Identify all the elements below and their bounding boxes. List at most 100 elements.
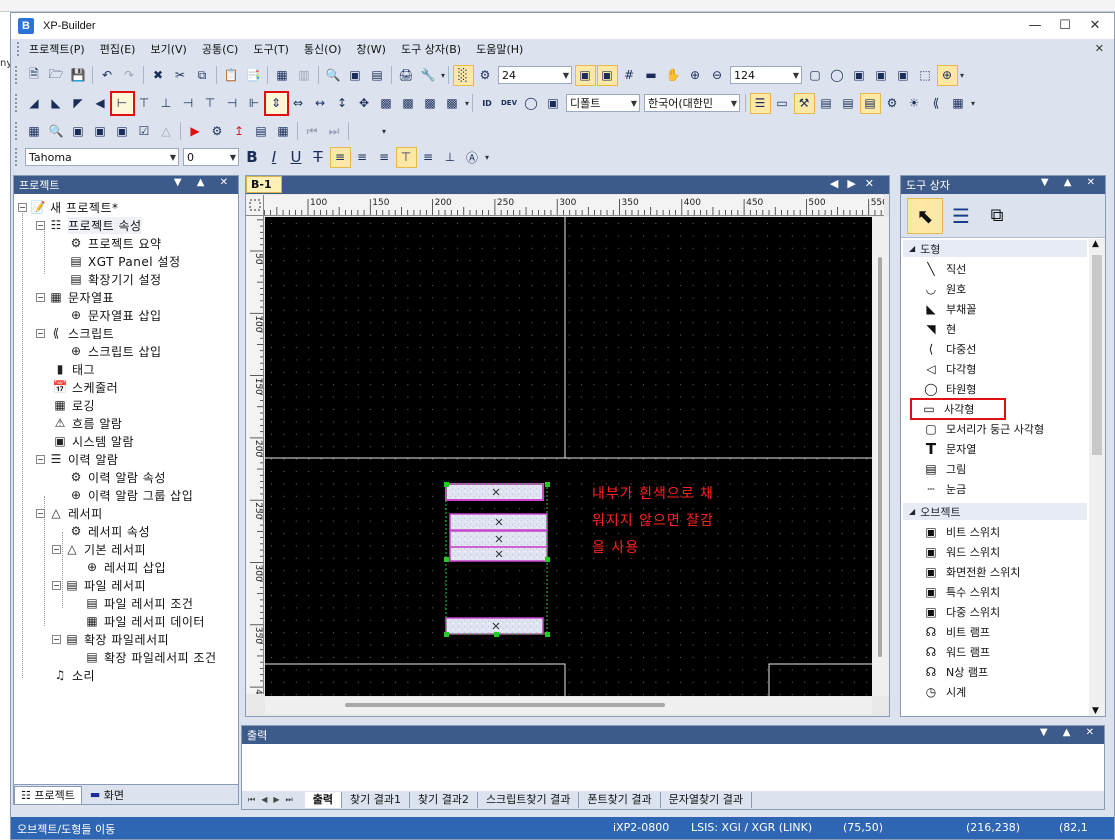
object-list-icon[interactable]: ▤ — [367, 65, 388, 86]
tree-item-history-alarm-group-insert[interactable]: ⊕ 이력 알람 그룹 삽입 — [18, 486, 246, 504]
toolbox-item-bit-lamp[interactable]: ☊ 비트 램프 — [901, 622, 1105, 642]
tree-item-script[interactable]: − ⟪ 스크립트 — [18, 324, 246, 342]
panel-controls[interactable]: ▼ ▲ ✕ — [1041, 177, 1101, 188]
tab-font-find-result[interactable]: 폰트찾기 결과 — [579, 792, 661, 808]
bold-icon[interactable]: B — [242, 147, 263, 168]
toolbar-overflow-icon[interactable]: ▾ — [971, 99, 975, 108]
monitor-icon[interactable]: ▣ — [68, 121, 89, 142]
tree-item-extension-settings[interactable]: ▤ 확장기기 설정 — [18, 270, 246, 288]
project-icon[interactable]: ▣ — [90, 121, 111, 142]
communication-settings-icon[interactable]: ⚙ — [207, 121, 228, 142]
toolbar-overflow-icon[interactable]: ▾ — [465, 99, 469, 108]
output-icon[interactable]: ▤ — [859, 92, 881, 114]
zoom-100-icon[interactable]: ◯ — [827, 65, 848, 86]
target-icon[interactable]: ⊕ — [936, 64, 958, 86]
comment-icon[interactable]: ▣ — [543, 93, 564, 114]
zoom-in-icon[interactable]: ⊕ — [685, 65, 706, 86]
collapse-icon[interactable]: − — [36, 328, 45, 338]
align-text-bottom-icon[interactable]: ⊥ — [440, 147, 461, 168]
tab-string-find-result[interactable]: 문자열찾기 결과 — [661, 792, 752, 808]
toolbox-group-shapes[interactable]: ◢ 도형 — [903, 240, 1087, 257]
simulate-icon[interactable]: ▶ — [185, 121, 206, 142]
toolbox-item-special-switch[interactable]: ▣ 특수 스위치 — [901, 582, 1105, 602]
tree-item-tag[interactable]: ▮ 태그 — [18, 360, 246, 378]
toolbar-overflow-icon[interactable]: ▾ — [441, 71, 445, 80]
font-color-icon[interactable]: Ⓐ — [462, 147, 483, 168]
scroll-thumb[interactable] — [345, 703, 665, 707]
align-text-middle-icon[interactable]: ≡ — [418, 147, 439, 168]
ruler-icon[interactable]: ▬ — [641, 65, 662, 86]
align-center-icon[interactable]: ⊤ — [134, 93, 155, 114]
align-left-icon[interactable]: ⊢ — [109, 90, 135, 116]
tree-item-recipe-properties[interactable]: ⚙ 레서피 속성 — [18, 522, 246, 540]
window-icon[interactable]: ▣ — [112, 121, 133, 142]
data-search-icon[interactable]: 🔍 — [46, 121, 67, 142]
toolbox-item-n-state-lamp[interactable]: ☊ N상 램프 — [901, 662, 1105, 682]
tab-script-find-result[interactable]: 스크립트찾기 결과 — [478, 792, 580, 808]
grid-size-combo[interactable]: 24 ▼ — [498, 66, 573, 84]
tab-find-result-1[interactable]: 찾기 결과1 — [342, 792, 410, 808]
menu-window[interactable]: 창(W) — [354, 40, 388, 58]
tree-item-string-table[interactable]: − ▦ 문자열표 — [18, 288, 246, 306]
undo-icon[interactable]: ↶ — [97, 65, 118, 86]
send-backward-icon[interactable]: ▩ — [442, 93, 463, 114]
grid-icon[interactable]: ░ — [452, 64, 474, 86]
scroll-up-icon[interactable]: ▲ — [1092, 239, 1099, 249]
alarm-icon[interactable]: △ — [156, 121, 177, 142]
same-size-icon[interactable]: ✥ — [354, 93, 375, 114]
menu-edit[interactable]: 편집(E) — [98, 40, 138, 58]
tree-item-scheduler[interactable]: 📅 스케줄러 — [18, 378, 246, 396]
select-area-icon[interactable]: ⬚ — [915, 65, 936, 86]
menu-help[interactable]: 도움말(H) — [474, 40, 525, 58]
collapse-icon[interactable]: − — [52, 634, 61, 644]
flip-horizontal-icon[interactable]: ◢ — [24, 93, 45, 114]
zoom-window-icon[interactable]: ▣ — [849, 65, 870, 86]
toolbox-item-sector[interactable]: ◣ 부채꼴 — [901, 299, 1105, 319]
device-icon[interactable]: DEV — [499, 93, 520, 114]
menu-view[interactable]: 보기(V) — [148, 40, 188, 58]
tree-item-history-alarm-properties[interactable]: ⚙ 이력 알람 속성 — [18, 468, 246, 486]
underline-icon[interactable]: U — [286, 147, 307, 168]
distribute-vertical-icon[interactable]: ⇕ — [263, 90, 289, 116]
toolbox-item-rounded-rectangle[interactable]: ▢ 모서리가 둥근 사각형 — [901, 419, 1105, 439]
panel-controls[interactable]: ▼ ▲ ✕ — [174, 177, 234, 188]
tree-item-xgt-panel-settings[interactable]: ▤ XGT Panel 설정 — [18, 252, 246, 270]
arrow-left-icon[interactable]: ◀ — [90, 93, 111, 114]
menu-project[interactable]: 프로젝트(P) — [27, 40, 87, 58]
font-name-combo[interactable]: Tahoma ▼ — [25, 148, 179, 166]
save-icon[interactable]: 💾 — [68, 65, 89, 86]
tree-item-file-recipe-data[interactable]: ▦ 파일 레서피 데이터 — [18, 612, 246, 630]
flip-vertical-icon[interactable]: ◣ — [46, 93, 67, 114]
align-text-top-icon[interactable]: ⊤ — [395, 146, 417, 168]
open-folder-icon[interactable]: 🗁 — [46, 65, 67, 86]
toolbar-overflow-icon[interactable]: ▾ — [485, 153, 489, 162]
zoom-combo[interactable]: 124 ▼ — [730, 66, 803, 84]
tree-item-basic-recipe[interactable]: − △ 기본 레서피 — [18, 540, 246, 558]
settings-icon[interactable]: ⚙ — [882, 93, 903, 114]
tab-screen[interactable]: ▬ 화면 — [84, 786, 130, 804]
toolbox-item-arc[interactable]: ◡ 원호 — [901, 279, 1105, 299]
tree-item-sound[interactable]: ♫ 소리 — [18, 666, 246, 684]
align-vcenter-icon[interactable]: ⊩ — [244, 93, 265, 114]
toolbox-item-polygon[interactable]: ◁ 다각형 — [901, 359, 1105, 379]
library-icon[interactable]: ▤ — [838, 93, 859, 114]
align-top-icon[interactable]: ⊤ — [200, 93, 221, 114]
tab-find-result-2[interactable]: 찾기 결과2 — [410, 792, 478, 808]
pan-hand-icon[interactable]: ✋ — [663, 65, 684, 86]
add-object-icon[interactable]: ⧉ — [979, 198, 1015, 234]
font-size-combo[interactable]: 0 ▼ — [183, 148, 239, 166]
scroll-down-icon[interactable]: ▼ — [1092, 706, 1099, 716]
rotate-icon[interactable]: ◤ — [68, 93, 89, 114]
menu-toolbox[interactable]: 도구 상자(B) — [399, 40, 463, 58]
toolbox-item-word-switch[interactable]: ▣ 워드 스위치 — [901, 542, 1105, 562]
tree-item-project-properties[interactable]: − ☷ 프로젝트 속성 — [18, 216, 246, 234]
tree-item-flow-alarm[interactable]: ⚠ 흐름 알람 — [18, 414, 246, 432]
screen-icon[interactable]: ▭ — [772, 93, 793, 114]
same-width-icon[interactable]: ↔ — [310, 93, 331, 114]
id-icon[interactable]: ID — [477, 93, 498, 114]
bring-forward-icon[interactable]: ▩ — [420, 93, 441, 114]
toolbox-item-clock[interactable]: ◷ 시계 — [901, 682, 1105, 702]
panel-controls[interactable]: ▼ ▲ ✕ — [1040, 727, 1100, 738]
cut-icon[interactable]: ✂ — [170, 65, 191, 86]
download-icon[interactable]: ↥ — [229, 121, 250, 142]
